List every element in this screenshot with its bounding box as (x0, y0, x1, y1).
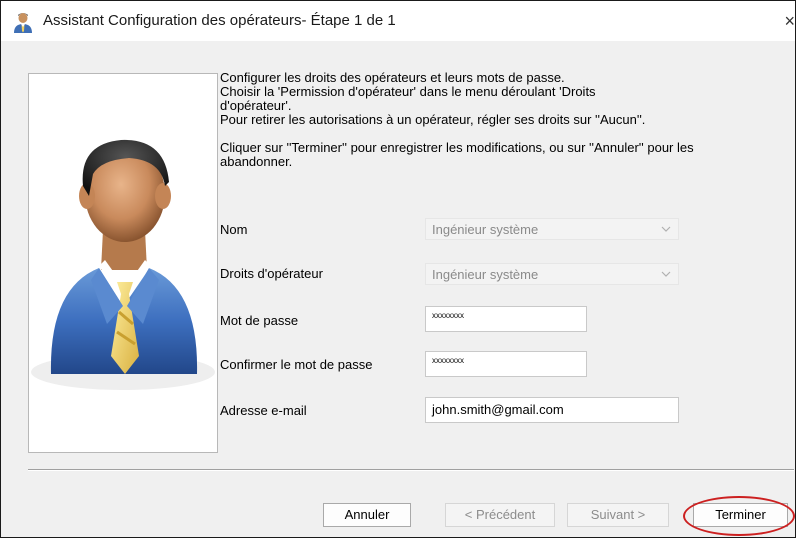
separator (28, 469, 794, 471)
email-label: Adresse e-mail (220, 403, 307, 418)
operator-user-icon (14, 13, 32, 33)
wizard-window: Assistant Configuration des opérateurs- … (0, 0, 796, 538)
instructions-paragraph-1: Configurer les droits des opérateurs et … (220, 70, 646, 127)
password-label: Mot de passe (220, 313, 299, 328)
businessman-avatar (31, 139, 215, 390)
nom-dropdown[interactable]: Ingénieur système (425, 218, 679, 240)
chevron-down-icon (661, 226, 671, 232)
confirm-password-field[interactable]: xxxxxxxx (425, 351, 587, 377)
nom-label: Nom (220, 222, 248, 237)
cancel-button[interactable]: Annuler (323, 503, 411, 527)
finish-button[interactable]: Terminer (693, 503, 788, 527)
window-title: Assistant Configuration des opérateurs- … (43, 12, 396, 29)
confirm-password-label: Confirmer le mot de passe (220, 357, 373, 372)
instructions-text: Configurer les droits des opérateurs et … (220, 71, 795, 169)
previous-button[interactable]: < Précédent (445, 503, 555, 527)
email-field[interactable]: john.smith@gmail.com (425, 397, 679, 423)
chevron-down-icon (661, 271, 671, 277)
droits-value: Ingénieur système (432, 267, 539, 282)
close-icon[interactable]: × (771, 7, 795, 35)
droits-label: Droits d'opérateur (220, 266, 323, 281)
instructions-paragraph-2: Cliquer sur ''Terminer'' pour enregistre… (220, 140, 694, 169)
nom-value: Ingénieur système (432, 222, 539, 237)
avatar-panel (28, 73, 218, 453)
droits-dropdown[interactable]: Ingénieur système (425, 263, 679, 285)
next-button[interactable]: Suivant > (567, 503, 669, 527)
title-bar[interactable]: Assistant Configuration des opérateurs- … (1, 1, 795, 41)
password-field[interactable]: xxxxxxxx (425, 306, 587, 332)
